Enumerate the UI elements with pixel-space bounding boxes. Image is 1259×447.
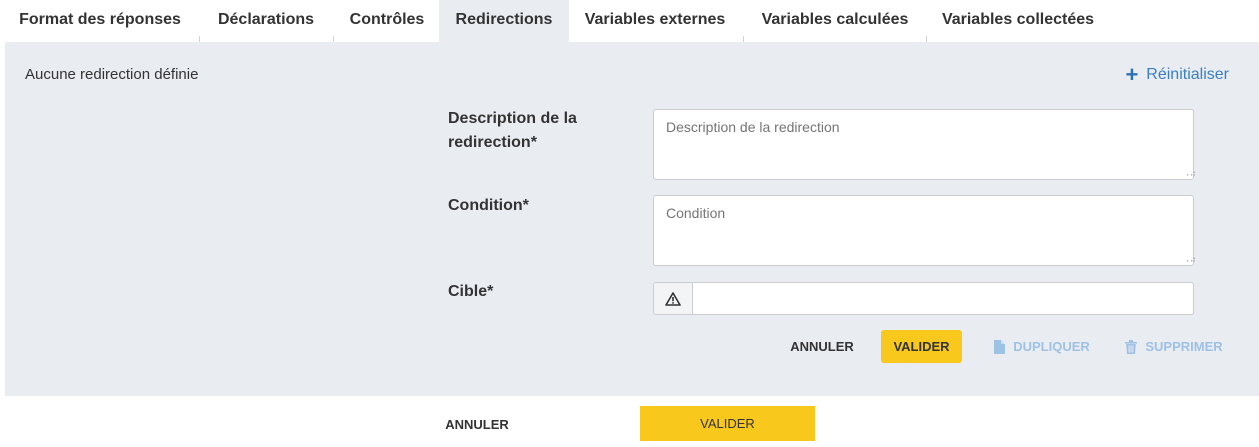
resize-handle-icon[interactable]: ⠠⠴ bbox=[1183, 255, 1256, 394]
redirections-panel: Aucune redirection définie + Réinitialis… bbox=[5, 42, 1259, 396]
tab-declarations[interactable]: Déclarations bbox=[201, 0, 331, 42]
reset-label: Réinitialiser bbox=[1146, 66, 1229, 83]
plus-icon: + bbox=[1125, 62, 1139, 87]
tab-variables-calculees[interactable]: Variables calculées bbox=[745, 0, 925, 42]
reset-button[interactable]: + Réinitialiser bbox=[1125, 62, 1229, 87]
condition-textarea[interactable] bbox=[653, 195, 1194, 266]
empty-message: Aucune redirection définie bbox=[25, 66, 199, 83]
tab-bar: Format des réponses Déclarations Contrôl… bbox=[5, 0, 1259, 42]
tab-controles[interactable]: Contrôles bbox=[335, 0, 439, 42]
validate-button[interactable]: VALIDER bbox=[881, 330, 962, 363]
cible-label: Cible* bbox=[448, 283, 494, 300]
document-icon bbox=[994, 339, 1006, 354]
footer-validate-button[interactable]: VALIDER bbox=[640, 406, 815, 441]
delete-button[interactable]: SUPPRIMER bbox=[1118, 330, 1230, 363]
tab-redirections[interactable]: Redirections bbox=[439, 0, 569, 42]
tab-format-reponses[interactable]: Format des réponses bbox=[5, 0, 195, 42]
tab-variables-collectees[interactable]: Variables collectées bbox=[927, 0, 1109, 42]
trash-icon bbox=[1125, 339, 1138, 354]
duplicate-button[interactable]: DUPLIQUER bbox=[987, 330, 1097, 363]
condition-label: Condition* bbox=[448, 197, 529, 214]
cancel-button[interactable]: ANNULER bbox=[786, 330, 858, 363]
description-label: Description de la redirection* bbox=[448, 110, 577, 151]
duplicate-label: DUPLIQUER bbox=[1013, 339, 1090, 354]
description-textarea[interactable] bbox=[653, 109, 1194, 180]
warning-icon bbox=[653, 282, 693, 315]
cible-input[interactable] bbox=[692, 282, 1194, 315]
cible-field-group bbox=[653, 282, 1194, 315]
delete-label: SUPPRIMER bbox=[1145, 339, 1223, 354]
footer-cancel-button[interactable]: ANNULER bbox=[432, 407, 522, 441]
tab-variables-externes[interactable]: Variables externes bbox=[569, 0, 741, 42]
